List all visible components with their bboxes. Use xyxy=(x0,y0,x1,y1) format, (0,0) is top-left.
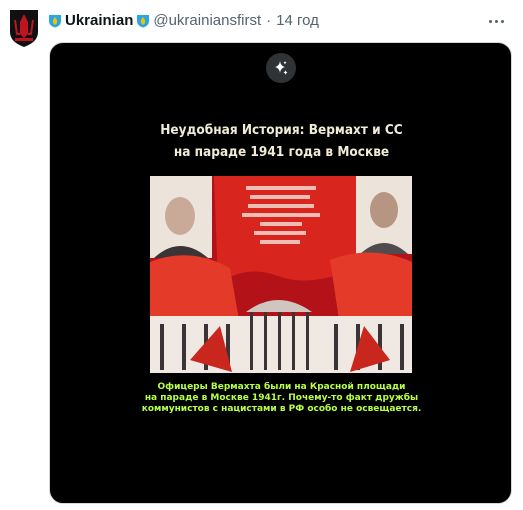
sparkle-icon xyxy=(275,61,288,75)
video-caption-line-2: на параде в Москве 1941г. Почему-то факт… xyxy=(144,393,419,403)
video-caption: Офицеры Вермахта были на Красной площади… xyxy=(50,382,511,415)
video-caption-line-3: коммунистов с нацистами в РФ особо не ос… xyxy=(141,404,422,414)
ukraine-shield-emoji-icon xyxy=(137,15,150,28)
post-header: Ukrainian @ukrainiansfirst · 14 год xyxy=(48,11,319,31)
more-dots-icon[interactable] xyxy=(485,10,507,32)
video-title: Неудобная История: Вермахт и СС на парад… xyxy=(73,119,490,163)
author-handle[interactable]: @ukrainiansfirst xyxy=(153,11,261,31)
video-title-line-2: на параде 1941 года в Москве xyxy=(173,144,390,160)
video-title-line-1: Неудобная История: Вермахт и СС xyxy=(160,122,403,138)
media-card[interactable]: Неудобная История: Вермахт и СС на парад… xyxy=(49,42,512,504)
avatar[interactable] xyxy=(8,8,40,48)
ukraine-shield-emoji-icon xyxy=(49,15,61,28)
video-caption-line-1: Офицеры Вермахта были на Красной площади xyxy=(157,382,406,392)
author-name[interactable]: Ukrainian xyxy=(65,11,133,31)
separator: · xyxy=(266,12,272,29)
parade-video-frame xyxy=(150,176,412,373)
post: Ukrainian @ukrainiansfirst · 14 год Неуд… xyxy=(0,0,523,510)
sparkle-button[interactable] xyxy=(266,53,296,83)
post-time[interactable]: 14 год xyxy=(276,11,319,31)
